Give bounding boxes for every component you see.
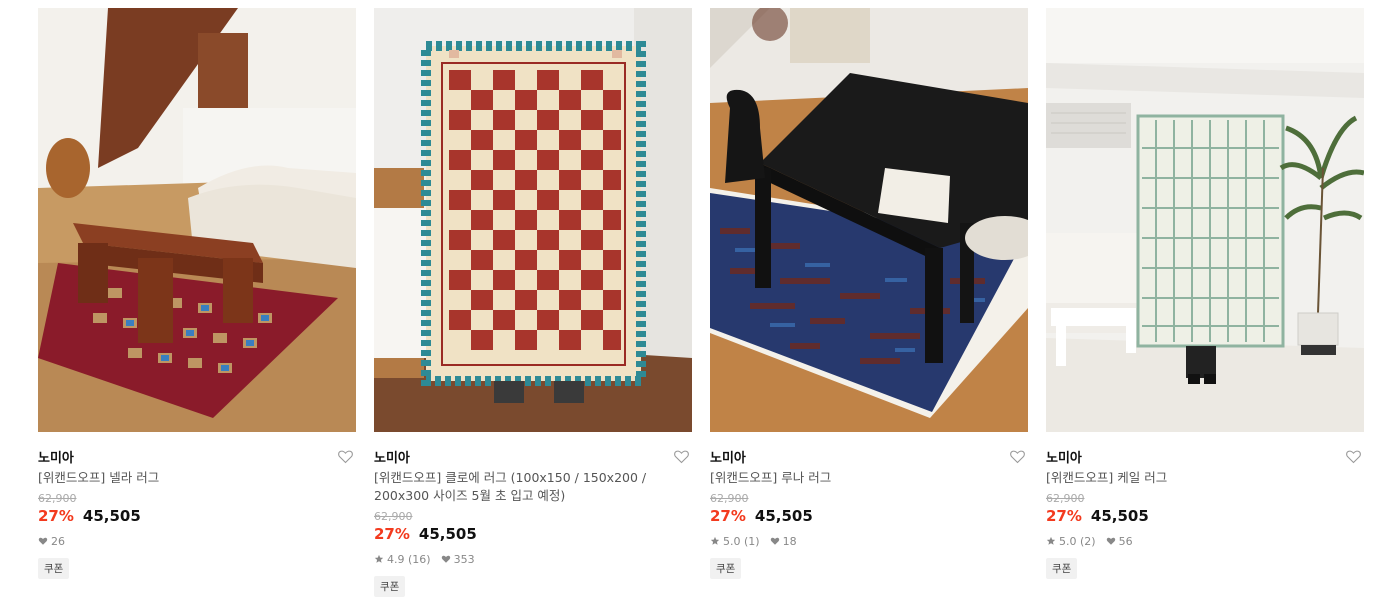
- product-grid: 노미아 [위캔드오프] 넬라 러그 62,900 27% 45,505 26 쿠…: [0, 0, 1377, 605]
- sale-price: 45,505: [82, 507, 141, 525]
- like-count: 56: [1118, 534, 1133, 548]
- product-card[interactable]: 노미아 [위캔드오프] 루나 러그 62,900 27% 45,505 5.0 …: [710, 8, 1028, 579]
- like-count: 353: [453, 552, 475, 566]
- heart-icon[interactable]: [1345, 448, 1362, 465]
- brand-name[interactable]: 노미아: [374, 447, 410, 466]
- heart-small-icon: [770, 537, 779, 545]
- product-name[interactable]: [위캔드오프] 케일 러그: [1046, 469, 1336, 487]
- coupon-badge[interactable]: 쿠폰: [710, 558, 742, 579]
- star-icon: [710, 536, 720, 545]
- brand-name[interactable]: 노미아: [38, 447, 74, 466]
- discount-rate: 27%: [374, 525, 410, 543]
- heart-icon[interactable]: [337, 448, 354, 465]
- product-name[interactable]: [위캔드오프] 넬라 러그: [38, 469, 328, 487]
- heart-icon[interactable]: [1009, 448, 1026, 465]
- coupon-badge[interactable]: 쿠폰: [38, 558, 70, 579]
- brand-name[interactable]: 노미아: [1046, 447, 1082, 466]
- product-name[interactable]: [위캔드오프] 클로에 러그 (100x150 / 150x200 / 200x…: [374, 469, 664, 505]
- product-card[interactable]: 노미아 [위캔드오프] 넬라 러그 62,900 27% 45,505 26 쿠…: [38, 8, 356, 579]
- original-price: 62,900: [1046, 492, 1085, 505]
- original-price: 62,900: [710, 492, 749, 505]
- brand-name[interactable]: 노미아: [710, 447, 746, 466]
- heart-small-icon: [1106, 537, 1115, 545]
- rug-held-up-photo: [374, 8, 692, 432]
- rating: 4.9: [387, 552, 405, 566]
- star-icon: [374, 554, 384, 563]
- product-image[interactable]: [1046, 8, 1364, 432]
- product-image[interactable]: [710, 8, 1028, 432]
- discount-rate: 27%: [38, 507, 74, 525]
- original-price: 62,900: [38, 492, 77, 505]
- like-count: 26: [51, 534, 65, 548]
- product-card[interactable]: 노미아 [위캔드오프] 클로에 러그 (100x150 / 150x200 / …: [374, 8, 692, 597]
- rug-grid-held-photo: [1046, 8, 1364, 432]
- rating: 5.0: [723, 534, 741, 548]
- product-name[interactable]: [위캔드오프] 루나 러그: [710, 469, 1000, 487]
- sale-price: 45,505: [754, 507, 813, 525]
- discount-rate: 27%: [1046, 507, 1082, 525]
- coupon-badge[interactable]: 쿠폰: [374, 576, 406, 597]
- rating: 5.0: [1059, 534, 1077, 548]
- heart-small-icon: [38, 537, 48, 545]
- product-image[interactable]: [374, 8, 692, 432]
- rug-living-room-photo: [38, 8, 356, 432]
- product-image[interactable]: [38, 8, 356, 432]
- heart-small-icon: [441, 555, 450, 563]
- rug-dining-table-photo: [710, 8, 1028, 432]
- like-count: 18: [782, 534, 797, 548]
- sale-price: 45,505: [418, 525, 477, 543]
- review-count: (2): [1080, 534, 1096, 548]
- review-count: (1): [744, 534, 760, 548]
- sale-price: 45,505: [1090, 507, 1149, 525]
- review-count: (16): [408, 552, 431, 566]
- original-price: 62,900: [374, 510, 413, 523]
- coupon-badge[interactable]: 쿠폰: [1046, 558, 1078, 579]
- product-card[interactable]: 노미아 [위캔드오프] 케일 러그 62,900 27% 45,505 5.0 …: [1046, 8, 1364, 579]
- heart-icon[interactable]: [673, 448, 690, 465]
- discount-rate: 27%: [710, 507, 746, 525]
- star-icon: [1046, 536, 1056, 545]
